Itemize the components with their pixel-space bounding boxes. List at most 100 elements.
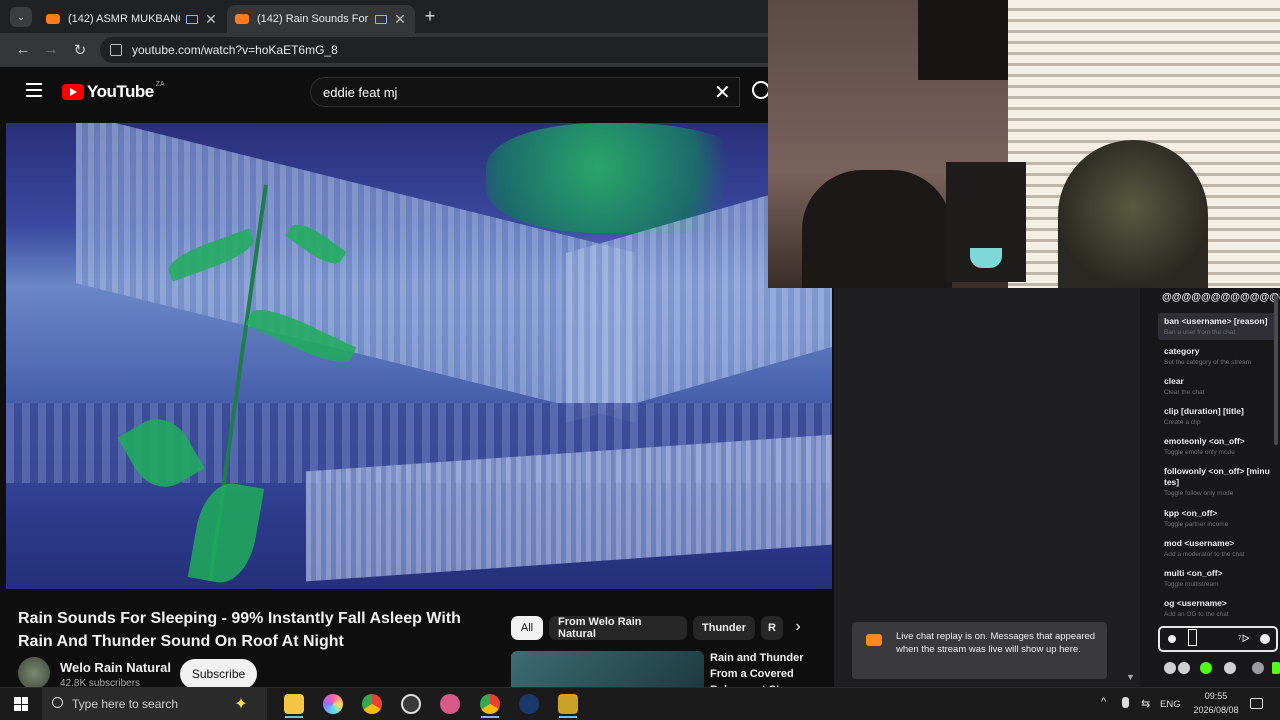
search-input[interactable]: eddie feat mj	[310, 77, 740, 107]
chrome-icon[interactable]	[362, 694, 382, 714]
photos-icon[interactable]	[323, 694, 343, 714]
site-info-icon[interactable]	[110, 44, 122, 56]
app-icon[interactable]	[440, 694, 460, 714]
command-description: Set the category of the stream	[1164, 359, 1252, 366]
command-suggestions: @@@@@@@@@@@@@@ ban <username> [reason] B…	[1156, 288, 1280, 620]
command-item[interactable]: clear Clear the chat	[1158, 373, 1276, 400]
command-name: ban <username> [reason]	[1164, 316, 1268, 326]
windows-start-icon[interactable]	[14, 697, 28, 711]
command-item[interactable]: multi <on_off> Toggle multistream	[1158, 565, 1276, 592]
emoji-icon[interactable]	[1260, 634, 1270, 644]
webcam-person	[1058, 140, 1208, 288]
active-app-indicator	[559, 716, 577, 718]
command-item[interactable]: followonly <on_off> [minutes] Toggle fol…	[1158, 463, 1276, 501]
chevron-down-icon[interactable]: ▼	[1126, 672, 1135, 682]
command-item[interactable]: og <username> Add an OG to the chat	[1158, 595, 1276, 620]
obs-icon[interactable]	[401, 694, 421, 714]
recommended-title[interactable]: Rain and Thunder From a Covered Balcony …	[710, 650, 820, 687]
network-icon[interactable]: ⇆	[1141, 697, 1150, 710]
chrome-profile-icon[interactable]	[480, 694, 500, 714]
send-button[interactable]	[1272, 662, 1280, 674]
notification-icon[interactable]	[1250, 698, 1263, 709]
steam-icon[interactable]	[519, 694, 539, 714]
youtube-favicon-icon	[46, 14, 60, 24]
chat-input-echo: @@@@@@@@@@@@@@	[1162, 292, 1280, 303]
kick-icon[interactable]	[1200, 662, 1212, 674]
gear-icon[interactable]	[1224, 662, 1236, 674]
command-list-scrollbar[interactable]	[1274, 295, 1278, 445]
command-description: Add an OG to the chat	[1164, 611, 1229, 618]
video-title: Rain Sounds For Sleeping - 99% Instantly…	[18, 610, 461, 650]
reload-icon[interactable]: ↻	[71, 41, 89, 59]
infinity-icon[interactable]	[1178, 662, 1190, 674]
tray-overflow-icon[interactable]: ^	[1101, 696, 1106, 708]
microphone-icon[interactable]	[1122, 697, 1129, 708]
clock-date[interactable]: 2026/08/08	[1190, 705, 1242, 715]
sparkle-search-icon[interactable]: ✦	[228, 694, 254, 714]
command-item[interactable]: ban <username> [reason] Ban a user from …	[1158, 313, 1276, 340]
menu-icon[interactable]	[26, 83, 42, 97]
tab-label: (142) Rain Sounds For Sleep	[257, 13, 369, 25]
url-text: youtube.com/watch?v=hoKaET6mG_8	[132, 43, 338, 57]
youtube-icon	[866, 634, 882, 646]
command-description: Toggle emote only mode	[1164, 449, 1235, 456]
command-item[interactable]: kpp <on_off> Toggle partner income	[1158, 505, 1276, 532]
channel-name[interactable]: Welo Rain Natural	[60, 660, 171, 675]
media-playing-icon	[375, 14, 387, 24]
command-item[interactable]: emoteonly <on_off> Toggle emote only mod…	[1158, 433, 1276, 460]
users-icon[interactable]	[1164, 662, 1176, 674]
youtube-play-logo-icon	[62, 84, 84, 100]
active-app-indicator	[285, 716, 303, 718]
youtube-logo[interactable]: YouTube ZA	[62, 81, 165, 102]
recommended-thumbnail[interactable]	[511, 651, 704, 687]
tab-close-icon[interactable]: ✕	[393, 11, 407, 28]
command-name: clear	[1164, 376, 1184, 386]
address-bar[interactable]: youtube.com/watch?v=hoKaET6mG_8	[100, 37, 768, 63]
back-icon[interactable]: ←	[14, 41, 32, 58]
active-app-indicator	[481, 716, 499, 718]
chip-thunder[interactable]: Thunder	[693, 616, 755, 640]
tab-rain-sounds[interactable]: (142) Rain Sounds For Sleep ✕	[227, 5, 415, 33]
channel-avatar[interactable]	[18, 657, 50, 687]
command-name: mod <username>	[1164, 538, 1235, 548]
forward-icon[interactable]: →	[42, 41, 60, 58]
emote-icon[interactable]: ⁷ᐅ	[1238, 634, 1249, 645]
video-plant-leaf	[187, 478, 265, 588]
youtube-logo-text: YouTube	[87, 82, 154, 101]
subscribe-button[interactable]: Subscribe	[180, 659, 257, 687]
command-description: Toggle multistream	[1164, 581, 1219, 588]
language-indicator[interactable]: ENG	[1160, 699, 1181, 710]
clear-search-icon[interactable]: ✕	[714, 80, 731, 105]
record-icon[interactable]	[1168, 635, 1176, 643]
chat-replay-notice: Live chat replay is on. Messages that ap…	[852, 622, 1107, 679]
tab-search-button[interactable]: ⌄	[10, 7, 32, 27]
tab-asmr-mukbang[interactable]: (142) ASMR MUKBANG | M ✕	[38, 5, 226, 33]
chip-partial[interactable]: R	[761, 616, 783, 640]
command-description: Create a clip	[1164, 419, 1201, 426]
webcam-chair	[802, 170, 952, 288]
new-tab-button[interactable]: +	[420, 6, 440, 27]
file-explorer-icon[interactable]	[284, 694, 304, 714]
youtube-page: YouTube ZA eddie feat mj ✕ Rain Sounds F…	[0, 67, 834, 687]
command-name: category	[1164, 346, 1200, 356]
command-description: Add a moderator to the chat	[1164, 551, 1245, 558]
chip-all[interactable]: All	[511, 616, 543, 640]
command-item[interactable]: mod <username> Add a moderator to the ch…	[1158, 535, 1276, 562]
webcam-overlay	[768, 0, 1280, 288]
command-item[interactable]: category Set the category of the stream	[1158, 343, 1276, 370]
command-name: followonly <on_off> [minutes]	[1164, 466, 1270, 487]
clock-time[interactable]: 09:55	[1196, 691, 1236, 701]
text-cursor-icon	[1188, 629, 1197, 646]
command-name: og <username>	[1164, 598, 1227, 608]
game-app-icon[interactable]	[558, 694, 578, 714]
video-player[interactable]	[6, 123, 832, 589]
tab-close-icon[interactable]: ✕	[204, 11, 218, 28]
browser-toolbar: ← → ↻ youtube.com/watch?v=hoKaET6mG_8	[0, 33, 768, 67]
chip-from-channel[interactable]: From Welo Rain Natural	[549, 616, 687, 640]
command-item[interactable]: clip [duration] [title] Create a clip	[1158, 403, 1276, 430]
chevron-right-icon[interactable]: ›	[786, 618, 810, 636]
webcam-cup	[970, 248, 1002, 268]
command-description: Clear the chat	[1164, 389, 1205, 396]
settings-alt-icon[interactable]	[1252, 662, 1264, 674]
command-name: emoteonly <on_off>	[1164, 436, 1245, 446]
